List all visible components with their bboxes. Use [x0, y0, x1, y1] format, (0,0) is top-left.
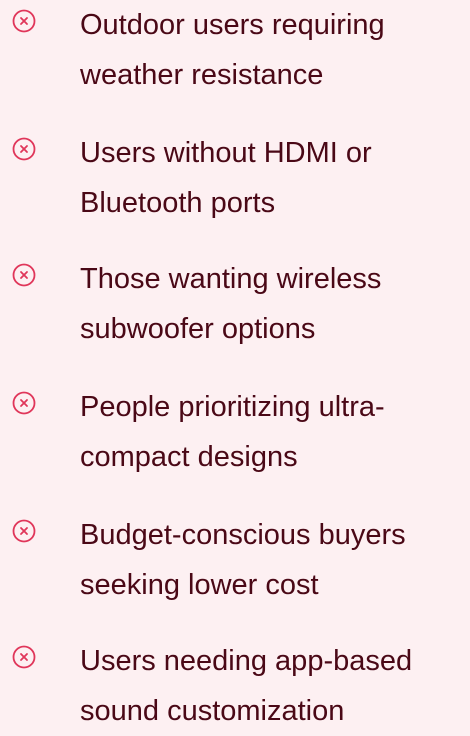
x-circle-icon	[12, 263, 36, 287]
list-item-line: compact designs	[80, 441, 298, 473]
list-item-line: Users needing app-based	[80, 645, 413, 677]
list-item-line: Outdoor users requiring	[80, 9, 385, 41]
list-item-line: Users without HDMI or	[80, 137, 372, 169]
list-item: Users needing app-based sound customizat…	[0, 636, 470, 727]
x-circle-icon	[12, 645, 36, 669]
list-item-line: seeking lower cost	[80, 569, 319, 601]
list-item-line: sound customization	[80, 695, 345, 727]
x-circle-icon	[12, 519, 36, 543]
list-item-line: Those wanting wireless	[80, 263, 382, 295]
list-item-line: People prioritizing ultra-	[80, 391, 385, 423]
x-circle-icon	[12, 9, 36, 33]
list-item: Those wanting wireless subwoofer options	[0, 254, 470, 345]
list-item-text: Users needing app-based sound customizat…	[80, 636, 468, 736]
cons-list: Outdoor users requiring weather resistan…	[0, 0, 470, 727]
list-item-line: subwoofer options	[80, 313, 316, 345]
list-item-text: Outdoor users requiring weather resistan…	[80, 0, 468, 100]
list-item-line: Budget-conscious buyers	[80, 519, 406, 551]
list-item-text: Users without HDMI or Bluetooth ports	[80, 128, 468, 228]
list-item-line: weather resistance	[80, 59, 324, 91]
list-item: People prioritizing ultra- compact desig…	[0, 382, 470, 473]
list-item-text: Budget-conscious buyers seeking lower co…	[80, 510, 468, 610]
list-item: Budget-conscious buyers seeking lower co…	[0, 510, 470, 601]
x-circle-icon	[12, 391, 36, 415]
list-item: Outdoor users requiring weather resistan…	[0, 0, 470, 91]
x-circle-icon	[12, 137, 36, 161]
list-item-text: Those wanting wireless subwoofer options	[80, 254, 468, 354]
list-item-line: Bluetooth ports	[80, 187, 276, 219]
list-item: Users without HDMI or Bluetooth ports	[0, 128, 470, 219]
list-item-text: People prioritizing ultra- compact desig…	[80, 382, 468, 482]
